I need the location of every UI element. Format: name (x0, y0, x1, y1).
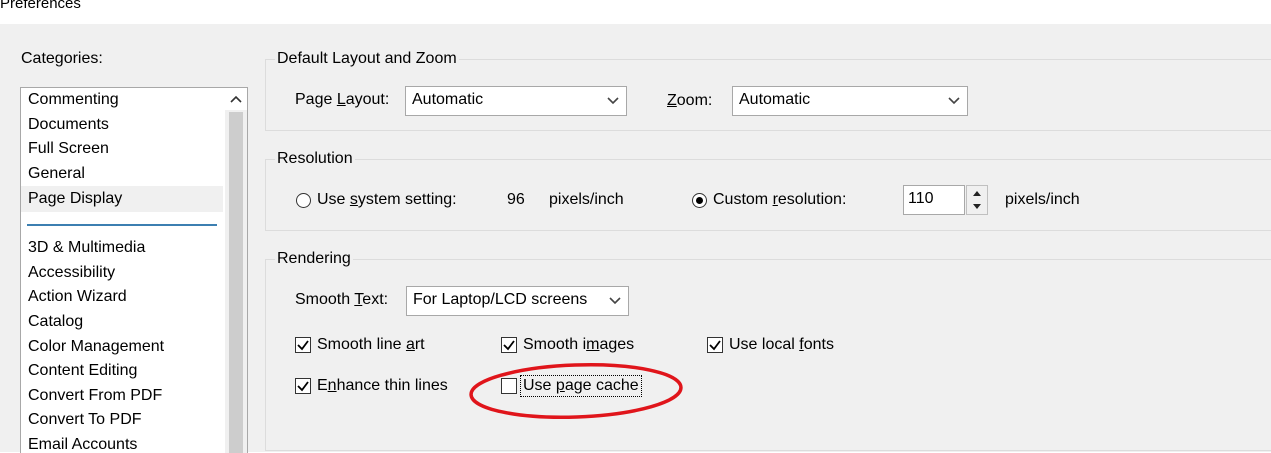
layout-zoom-title: Default Layout and Zoom (275, 50, 459, 68)
categories-label: Categories: (21, 50, 103, 67)
category-item-color-management[interactable]: Color Management (28, 338, 164, 356)
chevron-down-icon (607, 97, 619, 105)
use-system-setting-label[interactable]: Use system setting: (317, 191, 457, 209)
category-item-documents[interactable]: Documents (28, 116, 109, 134)
page-layout-dropdown[interactable] (600, 87, 626, 115)
custom-resolution-unit: pixels/inch (1005, 191, 1080, 208)
checkmark-icon (709, 340, 721, 351)
system-resolution-value: 96 (507, 191, 525, 208)
chevron-up-icon (230, 95, 242, 103)
smooth-images-checkbox[interactable] (501, 337, 517, 353)
category-item-accessibility[interactable]: Accessibility (28, 264, 115, 282)
system-resolution-unit: pixels/inch (549, 191, 624, 208)
use-local-fonts-label[interactable]: Use local fonts (729, 336, 834, 354)
category-separator (27, 224, 217, 226)
category-item-full-screen[interactable]: Full Screen (28, 140, 109, 158)
page-layout-select[interactable]: Automatic (405, 86, 627, 116)
page-layout-label: Page Layout: (295, 91, 390, 108)
smooth-line-art-checkbox[interactable] (295, 337, 311, 353)
custom-resolution-label[interactable]: Custom resolution: (713, 191, 846, 209)
scrollbar-thumb[interactable] (229, 112, 243, 453)
chevron-down-icon (609, 297, 621, 305)
categories-list[interactable]: Commenting Documents Full Screen General… (20, 87, 248, 453)
resolution-title: Resolution (275, 150, 355, 168)
custom-resolution-radio[interactable] (692, 193, 707, 208)
zoom-value: Automatic (739, 91, 811, 108)
custom-resolution-value: 110 (908, 190, 934, 207)
window-title: Preferences (0, 0, 81, 12)
chevron-down-icon (948, 97, 960, 105)
red-circle-annotation (469, 363, 683, 419)
zoom-select[interactable]: Automatic (732, 86, 968, 116)
checkmark-icon (297, 381, 309, 392)
smooth-text-value: For Laptop/LCD screens (413, 291, 588, 308)
category-item-convert-to-pdf[interactable]: Convert To PDF (28, 411, 142, 429)
category-item-content-editing[interactable]: Content Editing (28, 362, 137, 380)
custom-resolution-spinner[interactable] (966, 185, 988, 215)
scroll-up-button[interactable] (225, 88, 247, 110)
smooth-text-select[interactable]: For Laptop/LCD screens (406, 286, 629, 316)
checkmark-icon (297, 340, 309, 351)
smooth-images-label[interactable]: Smooth images (523, 336, 634, 354)
category-item-page-display[interactable]: Page Display (28, 190, 122, 208)
spinner-arrows-icon (973, 191, 981, 209)
smooth-text-dropdown[interactable] (602, 287, 628, 315)
zoom-dropdown[interactable] (941, 87, 967, 115)
category-item-3d-multimedia[interactable]: 3D & Multimedia (28, 239, 145, 257)
page-layout-value: Automatic (412, 91, 484, 108)
category-item-catalog[interactable]: Catalog (28, 313, 83, 331)
smooth-line-art-label[interactable]: Smooth line art (317, 336, 425, 354)
zoom-label: Zoom: (667, 92, 713, 109)
category-item-convert-from-pdf[interactable]: Convert From PDF (28, 387, 162, 405)
custom-resolution-input[interactable]: 110 (903, 185, 965, 215)
enhance-thin-lines-label[interactable]: Enhance thin lines (317, 377, 448, 395)
rendering-title: Rendering (275, 250, 353, 268)
category-item-commenting[interactable]: Commenting (28, 91, 119, 109)
enhance-thin-lines-checkbox[interactable] (295, 378, 311, 394)
categories-scrollbar[interactable] (225, 88, 247, 453)
use-local-fonts-checkbox[interactable] (707, 337, 723, 353)
category-item-action-wizard[interactable]: Action Wizard (28, 288, 127, 306)
checkmark-icon (503, 340, 515, 351)
smooth-text-label: Smooth Text: (295, 291, 389, 308)
category-item-general[interactable]: General (28, 165, 85, 183)
use-system-setting-radio[interactable] (296, 193, 311, 208)
category-item-email-accounts[interactable]: Email Accounts (28, 436, 137, 453)
